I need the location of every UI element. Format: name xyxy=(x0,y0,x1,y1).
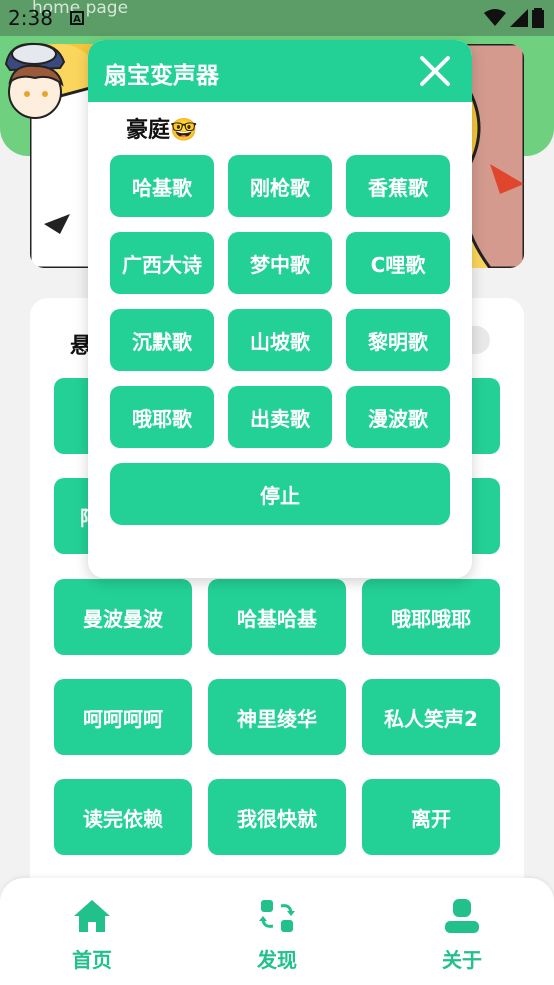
notification-icon: A xyxy=(70,11,84,25)
sound-button[interactable]: 我很快就 xyxy=(208,779,346,855)
song-button[interactable]: C哩歌 xyxy=(346,232,450,294)
dialog-title: 扇宝变声器 xyxy=(104,63,219,89)
nav-discover-label: 发现 xyxy=(257,948,297,972)
nav-about[interactable]: 关于 xyxy=(412,898,512,973)
status-bar: home page 2:38 A xyxy=(0,0,554,36)
song-button[interactable]: 广西大诗 xyxy=(110,232,214,294)
nav-discover[interactable]: 发现 xyxy=(227,898,327,973)
close-icon[interactable] xyxy=(418,54,452,88)
dialog-subtitle: 豪庭🤓 xyxy=(126,118,198,143)
song-button[interactable]: 梦中歌 xyxy=(228,232,332,294)
sound-button[interactable]: 神里绫华 xyxy=(208,679,346,755)
dialog-header: 扇宝变声器 xyxy=(88,40,472,102)
bottom-nav: 首页 发现 关于 xyxy=(0,878,554,985)
home-icon xyxy=(74,900,110,932)
discover-icon xyxy=(259,900,295,932)
battery-icon xyxy=(532,8,544,28)
wifi-icon xyxy=(484,9,506,26)
user-icon xyxy=(445,899,479,933)
sound-button[interactable]: 呵呵呵呵 xyxy=(54,679,192,755)
sound-button[interactable]: 哦耶哦耶 xyxy=(362,579,500,655)
status-time: 2:38 xyxy=(8,6,53,30)
sound-button[interactable]: 私人笑声2 xyxy=(362,679,500,755)
mascot-avatar xyxy=(4,42,66,119)
song-button[interactable]: 哦耶歌 xyxy=(110,386,214,448)
stop-button[interactable]: 停止 xyxy=(110,463,450,525)
song-button[interactable]: 出卖歌 xyxy=(228,386,332,448)
sound-button[interactable]: 哈基哈基 xyxy=(208,579,346,655)
sound-button[interactable]: 读完依赖 xyxy=(54,779,192,855)
voice-changer-dialog: 扇宝变声器 豪庭🤓 哈基歌 刚枪歌 香蕉歌 广西大诗 梦中歌 C哩歌 沉默歌 山… xyxy=(88,40,472,578)
sound-button[interactable]: 离开 xyxy=(362,779,500,855)
status-icons xyxy=(484,8,544,28)
nav-about-label: 关于 xyxy=(442,948,482,972)
signal-icon xyxy=(510,9,528,27)
song-button[interactable]: 山坡歌 xyxy=(228,309,332,371)
song-button[interactable]: 漫波歌 xyxy=(346,386,450,448)
nav-home-label: 首页 xyxy=(72,948,112,972)
song-button[interactable]: 刚枪歌 xyxy=(228,155,332,217)
song-button[interactable]: 香蕉歌 xyxy=(346,155,450,217)
nav-home[interactable]: 首页 xyxy=(42,898,142,973)
song-button[interactable]: 哈基歌 xyxy=(110,155,214,217)
song-button[interactable]: 黎明歌 xyxy=(346,309,450,371)
song-button[interactable]: 沉默歌 xyxy=(110,309,214,371)
sound-button[interactable]: 曼波曼波 xyxy=(54,579,192,655)
